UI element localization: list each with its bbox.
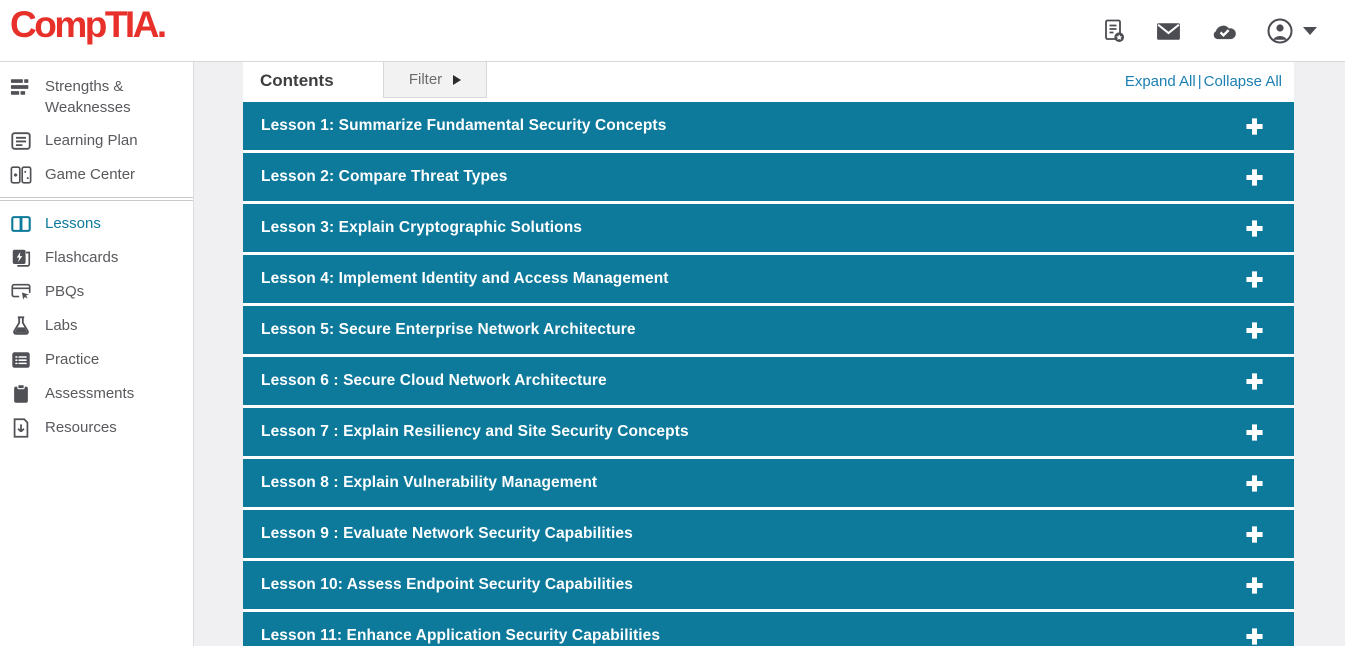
lesson-title: Lesson 7 : Explain Resiliency and Site S… <box>261 423 689 441</box>
account-icon <box>1266 17 1294 45</box>
game-center-icon <box>10 164 32 186</box>
sidebar-item-label: Assessments <box>45 383 134 404</box>
lesson-accordion-header[interactable]: Lesson 3: Explain Cryptographic Solution… <box>243 204 1294 252</box>
expand-plus-icon[interactable] <box>1245 474 1276 493</box>
lesson-accordion-header[interactable]: Lesson 4: Implement Identity and Access … <box>243 255 1294 303</box>
expand-collapse-links: Expand All | Collapse All <box>1125 62 1282 100</box>
sidebar-item-game-center[interactable]: Game Center <box>0 158 193 192</box>
pbqs-icon <box>10 281 32 303</box>
flashcards-icon <box>10 247 32 269</box>
expand-plus-icon[interactable] <box>1245 270 1276 289</box>
sidebar-item-flashcards[interactable]: Flashcards <box>0 241 193 275</box>
sidebar-item-labs[interactable]: Labs <box>0 309 193 343</box>
lesson-accordion-header[interactable]: Lesson 8 : Explain Vulnerability Managem… <box>243 459 1294 507</box>
mail-icon[interactable] <box>1155 18 1182 45</box>
sidebar-item-strengths-weaknesses[interactable]: Strengths & Weaknesses <box>0 70 193 124</box>
sidebar-item-label: Resources <box>45 417 117 438</box>
caret-down-icon <box>1303 27 1317 35</box>
learning-plan-icon <box>10 130 32 152</box>
lesson-title: Lesson 2: Compare Threat Types <box>261 168 507 186</box>
sidebar-item-label: Lessons <box>45 213 101 234</box>
lesson-accordion-header[interactable]: Lesson 5: Secure Enterprise Network Arch… <box>243 306 1294 354</box>
sidebar-item-label: Game Center <box>45 164 135 185</box>
expand-plus-icon[interactable] <box>1245 423 1276 442</box>
expand-plus-icon[interactable] <box>1245 117 1276 136</box>
assessments-icon <box>10 383 32 405</box>
app-header: CompTIA. <box>0 0 1345 62</box>
sidebar: Strengths & Weaknesses Learning Plan Gam… <box>0 62 194 646</box>
sidebar-item-pbqs[interactable]: PBQs <box>0 275 193 309</box>
lesson-accordion-header[interactable]: Lesson 2: Compare Threat Types <box>243 153 1294 201</box>
expand-all-link[interactable]: Expand All <box>1125 73 1196 90</box>
expand-plus-icon[interactable] <box>1245 321 1276 340</box>
expand-plus-icon[interactable] <box>1245 627 1276 646</box>
lesson-title: Lesson 3: Explain Cryptographic Solution… <box>261 219 582 237</box>
lesson-title: Lesson 11: Enhance Application Security … <box>261 627 660 645</box>
cloud-sync-icon[interactable] <box>1210 17 1238 45</box>
lesson-title: Lesson 4: Implement Identity and Access … <box>261 270 669 288</box>
filter-button[interactable]: Filter <box>383 62 487 98</box>
sidebar-item-label: Strengths & Weaknesses <box>45 76 187 118</box>
practice-icon <box>10 349 32 371</box>
sidebar-item-resources[interactable]: Resources <box>0 411 193 445</box>
expand-plus-icon[interactable] <box>1245 219 1276 238</box>
lesson-title: Lesson 6 : Secure Cloud Network Architec… <box>261 372 607 390</box>
lesson-accordion-header[interactable]: Lesson 9 : Evaluate Network Security Cap… <box>243 510 1294 558</box>
sidebar-item-label: Flashcards <box>45 247 118 268</box>
strengths-weaknesses-icon <box>10 76 32 98</box>
expand-plus-icon[interactable] <box>1245 576 1276 595</box>
links-separator: | <box>1198 73 1202 90</box>
labs-icon <box>10 315 32 337</box>
sidebar-item-label: Practice <box>45 349 99 370</box>
sidebar-item-label: Learning Plan <box>45 130 138 151</box>
filter-arrow-icon <box>453 75 461 85</box>
lesson-accordion-header[interactable]: Lesson 6 : Secure Cloud Network Architec… <box>243 357 1294 405</box>
sidebar-item-label: Labs <box>45 315 78 336</box>
lesson-accordion-header[interactable]: Lesson 11: Enhance Application Security … <box>243 612 1294 646</box>
lesson-title: Lesson 1: Summarize Fundamental Security… <box>261 117 666 135</box>
expand-plus-icon[interactable] <box>1245 525 1276 544</box>
expand-plus-icon[interactable] <box>1245 168 1276 187</box>
sidebar-top-group: Strengths & Weaknesses Learning Plan Gam… <box>0 70 193 192</box>
lesson-title: Lesson 10: Assess Endpoint Security Capa… <box>261 576 633 594</box>
lesson-title: Lesson 9 : Evaluate Network Security Cap… <box>261 525 633 543</box>
lesson-accordion-header[interactable]: Lesson 10: Assess Endpoint Security Capa… <box>243 561 1294 609</box>
sidebar-item-lessons[interactable]: Lessons <box>0 207 193 241</box>
lessons-content: Contents Filter Expand All | Collapse Al… <box>243 62 1294 646</box>
lesson-title: Lesson 5: Secure Enterprise Network Arch… <box>261 321 636 339</box>
lesson-title: Lesson 8 : Explain Vulnerability Managem… <box>261 474 597 492</box>
sidebar-item-assessments[interactable]: Assessments <box>0 377 193 411</box>
page-title: Contents <box>260 71 334 91</box>
collapse-all-link[interactable]: Collapse All <box>1204 73 1282 90</box>
comptia-logo[interactable]: CompTIA. <box>10 4 165 46</box>
expand-plus-icon[interactable] <box>1245 372 1276 391</box>
account-menu[interactable] <box>1266 17 1317 45</box>
lesson-list: Lesson 1: Summarize Fundamental Security… <box>243 102 1294 646</box>
sidebar-main-group: Lessons Flashcards PBQs Labs Practice <box>0 207 193 445</box>
sidebar-item-label: PBQs <box>45 281 84 302</box>
header-icon-bar <box>1101 0 1317 62</box>
transcript-icon[interactable] <box>1101 18 1127 44</box>
lessons-icon <box>10 213 32 235</box>
filter-button-label: Filter <box>409 71 442 88</box>
sidebar-item-learning-plan[interactable]: Learning Plan <box>0 124 193 158</box>
sidebar-divider <box>0 197 193 201</box>
content-header: Contents Filter Expand All | Collapse Al… <box>243 62 1294 100</box>
sidebar-item-practice[interactable]: Practice <box>0 343 193 377</box>
resources-icon <box>10 417 32 439</box>
lesson-accordion-header[interactable]: Lesson 1: Summarize Fundamental Security… <box>243 102 1294 150</box>
lesson-accordion-header[interactable]: Lesson 7 : Explain Resiliency and Site S… <box>243 408 1294 456</box>
